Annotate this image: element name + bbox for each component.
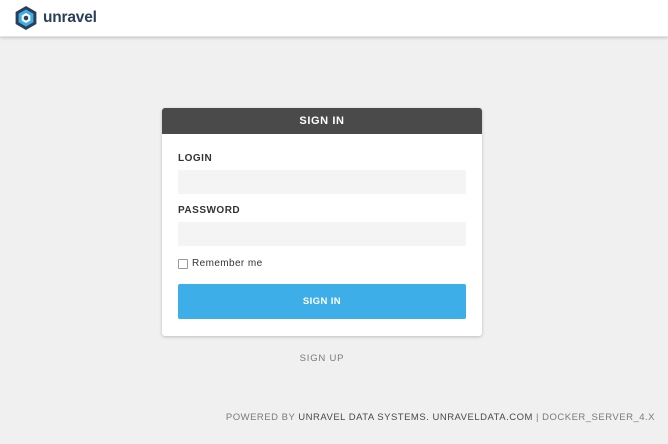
footer-separator: |: [536, 412, 539, 423]
brand-logo[interactable]: unravel: [13, 5, 97, 31]
sign-up-link[interactable]: SIGN UP: [162, 353, 482, 364]
unravel-logo-icon: [13, 5, 39, 31]
sign-in-header: SIGN IN: [162, 108, 482, 134]
password-label: PASSWORD: [178, 205, 241, 216]
remember-me-label: Remember me: [192, 258, 263, 269]
login-input[interactable]: [178, 170, 466, 194]
footer: POWERED BY UNRAVEL DATA SYSTEMS. UNRAVEL…: [226, 412, 655, 423]
sign-in-button[interactable]: SIGN IN: [178, 284, 466, 319]
brand-name: unravel: [43, 9, 97, 26]
footer-company: UNRAVEL DATA SYSTEMS.: [298, 412, 430, 423]
sign-in-card: SIGN IN LOGIN PASSWORD Remember me SIGN …: [162, 108, 482, 336]
footer-website-link[interactable]: UNRAVELDATA.COM: [432, 412, 532, 423]
login-label: LOGIN: [178, 153, 213, 164]
password-input[interactable]: [178, 222, 466, 246]
footer-server-version: DOCKER_SERVER_4.X: [542, 412, 655, 423]
remember-me-checkbox[interactable]: [178, 258, 188, 269]
top-bar: unravel: [0, 0, 668, 37]
footer-powered-by: POWERED BY: [225, 412, 296, 423]
remember-me[interactable]: Remember me: [178, 258, 263, 269]
